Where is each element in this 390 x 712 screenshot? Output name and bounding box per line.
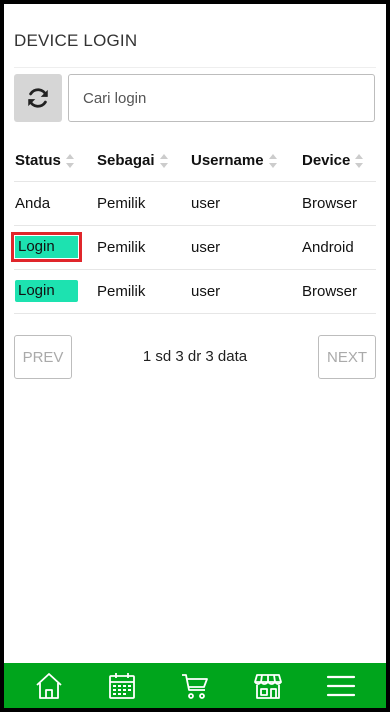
column-label: Username: [191, 151, 264, 169]
cart-icon: [181, 673, 208, 699]
table-row[interactable]: Login Pemilik user Android: [11, 225, 376, 270]
store-icon: [254, 673, 283, 699]
sort-icon: [65, 153, 74, 168]
table-row[interactable]: Anda Pemilik user Browser: [14, 181, 376, 226]
nav-calendar[interactable]: [102, 668, 142, 704]
column-header-sebagai[interactable]: Sebagai: [97, 140, 191, 182]
page-header: DEVICE LOGIN: [14, 22, 376, 68]
status-cell: Login: [11, 225, 97, 270]
username-cell: user: [191, 269, 302, 314]
role-cell: Pemilik: [97, 225, 191, 270]
table-header-row: Status Sebagai Username Device: [14, 140, 376, 182]
sort-icon: [355, 153, 364, 168]
pagination: PREV 1 sd 3 dr 3 data NEXT: [14, 334, 376, 380]
sort-icon: [268, 153, 277, 168]
next-button[interactable]: NEXT: [318, 335, 376, 379]
toolbar: [14, 74, 376, 124]
home-icon: [35, 672, 62, 699]
menu-icon: [327, 675, 356, 696]
nav-menu[interactable]: [321, 668, 361, 704]
device-cell: Browser: [302, 181, 376, 226]
column-label: Sebagai: [97, 151, 155, 169]
device-cell: Browser: [302, 269, 376, 314]
device-login-table: Status Sebagai Username Device Anda Pemi…: [11, 140, 376, 314]
refresh-icon: [28, 88, 48, 108]
column-label: Device: [302, 151, 351, 169]
status-cell: Login: [14, 269, 97, 314]
page-title: DEVICE LOGIN: [14, 31, 138, 50]
column-header-device[interactable]: Device: [302, 140, 376, 182]
column-label: Status: [15, 151, 61, 169]
nav-home[interactable]: [29, 668, 69, 704]
sort-icon: [159, 153, 168, 168]
app-frame: DEVICE LOGIN Status Sebagai Username Dev…: [4, 4, 386, 708]
status-badge[interactable]: Login: [15, 280, 78, 302]
search-input[interactable]: [68, 74, 375, 122]
nav-cart[interactable]: [175, 668, 215, 704]
username-cell: user: [191, 225, 302, 270]
refresh-button[interactable]: [14, 74, 62, 122]
calendar-icon: [108, 672, 135, 699]
nav-store[interactable]: [248, 668, 288, 704]
column-header-status[interactable]: Status: [14, 140, 97, 182]
role-cell: Pemilik: [97, 269, 191, 314]
role-cell: Pemilik: [97, 181, 191, 226]
status-cell: Anda: [14, 181, 97, 226]
username-cell: user: [191, 181, 302, 226]
status-badge[interactable]: Login: [11, 232, 82, 262]
device-cell: Android: [302, 225, 376, 270]
column-header-username[interactable]: Username: [191, 140, 302, 182]
bottom-nav: [4, 663, 386, 708]
table-row[interactable]: Login Pemilik user Browser: [14, 269, 376, 314]
